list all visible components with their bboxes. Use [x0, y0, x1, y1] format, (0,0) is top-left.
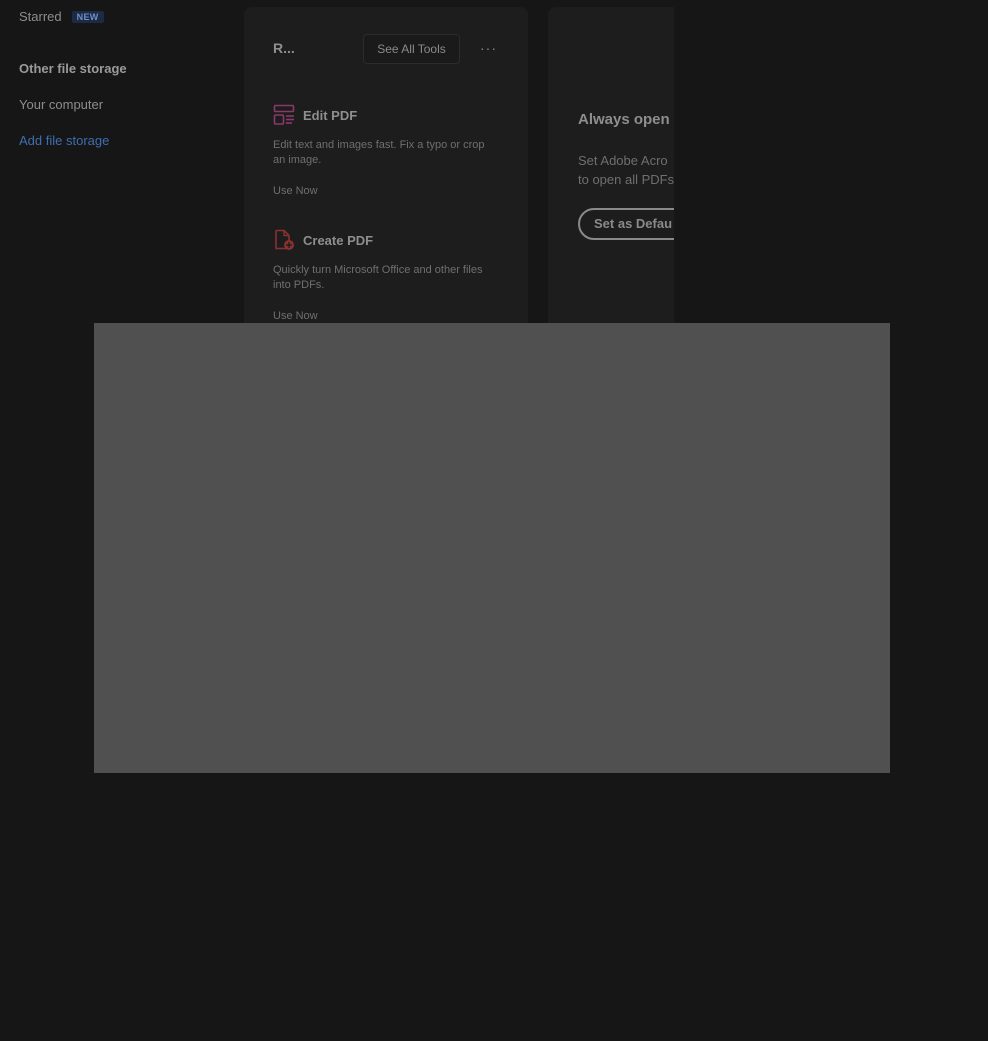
sidebar-item-your-computer[interactable]: Your computer — [19, 97, 103, 112]
more-options-button[interactable]: ··· — [480, 40, 497, 56]
sidebar-item-starred[interactable]: Starred NEW — [19, 9, 104, 24]
use-now-link[interactable]: Use Now — [273, 310, 503, 322]
tool-edit-pdf: Edit PDF Edit text and images fast. Fix … — [273, 104, 503, 197]
set-as-default-button[interactable]: Set as Defau — [578, 208, 674, 240]
description-line: Set Adobe Acro — [578, 153, 668, 168]
app-window: Starred NEW Other file storage Your compu… — [0, 0, 988, 1041]
create-pdf-icon — [273, 229, 295, 251]
default-card-description: Set Adobe Acro to open all PDFs — [578, 151, 674, 189]
add-file-storage-link[interactable]: Add file storage — [19, 133, 109, 148]
default-card-title: Always open — [578, 111, 670, 128]
modal-overlay-panel — [94, 323, 890, 773]
edit-pdf-icon — [273, 104, 295, 126]
new-badge: NEW — [71, 11, 104, 23]
use-now-link[interactable]: Use Now — [273, 185, 503, 197]
sidebar: Starred NEW Other file storage Your compu… — [0, 0, 230, 200]
sidebar-item-label: Starred — [19, 9, 62, 24]
description-line: to open all PDFs — [578, 172, 674, 187]
card-title: R... — [273, 40, 295, 56]
see-all-tools-button[interactable]: See All Tools — [363, 34, 460, 64]
recommended-tools-card: R... See All Tools ··· Edit PDF Edit tex… — [244, 7, 528, 337]
tool-create-pdf: Create PDF Quickly turn Microsoft Office… — [273, 229, 503, 322]
default-app-card: Always open Set Adobe Acro to open all P… — [548, 7, 674, 337]
other-storage-heading: Other file storage — [19, 61, 127, 76]
tool-name[interactable]: Create PDF — [303, 233, 373, 248]
tool-description: Quickly turn Microsoft Office and other … — [273, 264, 483, 291]
tool-name[interactable]: Edit PDF — [303, 108, 357, 123]
tool-description: Edit text and images fast. Fix a typo or… — [273, 139, 485, 166]
